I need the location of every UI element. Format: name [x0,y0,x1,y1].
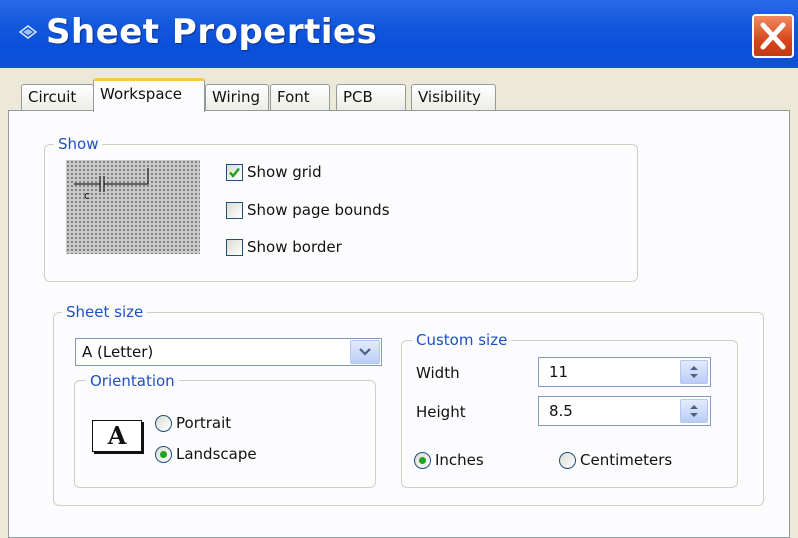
tab-label: Visibility [418,88,481,106]
chevron-down-icon [359,348,371,356]
window-title: Sheet Properties [46,12,378,52]
grid-preview: c [66,160,200,254]
tab-workspace[interactable]: Workspace [93,78,205,112]
app-icon [18,25,38,39]
close-icon [760,22,786,50]
tab-pcb[interactable]: PCB [336,84,406,111]
height-label: Height [416,403,466,421]
show-legend: Show [54,135,103,153]
sheet-size-select[interactable]: A (Letter) [75,338,382,366]
show-page-bounds-checkbox[interactable] [226,201,243,219]
tab-label: Wiring [212,88,261,106]
show-border-label: Show border [247,238,342,256]
portrait-radio-row[interactable]: Portrait [155,414,231,432]
height-spinner[interactable]: 8.5 [538,396,711,426]
show-grid-checkbox-row[interactable]: Show grid [226,163,322,181]
sheet-size-value: A (Letter) [82,343,154,361]
width-spinner[interactable]: 11 [538,357,711,387]
landscape-page-icon: A [92,420,142,452]
landscape-radio[interactable] [155,445,172,463]
svg-text:c: c [84,189,90,202]
tab-label: Circuit [28,88,77,106]
custom-size-legend: Custom size [412,331,512,349]
inches-radio[interactable] [414,451,431,469]
title-bar[interactable]: Sheet Properties [0,0,798,68]
width-spin-buttons[interactable] [680,360,708,384]
checkmark-icon [229,167,240,178]
up-down-arrows-icon [690,366,698,378]
show-page-bounds-label: Show page bounds [247,201,390,219]
height-value: 8.5 [549,402,573,420]
tab-wiring[interactable]: Wiring [205,84,269,111]
inches-label: Inches [435,451,484,469]
capacitor-symbol: c [74,168,149,202]
show-border-checkbox[interactable] [226,238,243,256]
tab-label: PCB [343,88,373,106]
tab-circuit[interactable]: Circuit [21,84,94,111]
portrait-label: Portrait [176,414,232,432]
landscape-label: Landscape [176,445,257,463]
centimeters-radio[interactable] [559,451,576,469]
orientation-legend: Orientation [86,372,179,390]
tab-label: Font [277,88,310,106]
dropdown-button[interactable] [350,340,380,364]
show-grid-label: Show grid [247,163,322,181]
width-label: Width [416,364,460,382]
sheet-size-legend: Sheet size [62,303,148,321]
portrait-radio[interactable] [155,414,172,432]
tab-label: Workspace [100,85,182,103]
up-down-arrows-icon [690,405,698,417]
close-button[interactable] [752,14,794,58]
centimeters-label: Centimeters [580,451,673,469]
show-border-checkbox-row[interactable]: Show border [226,238,342,256]
tab-visibility[interactable]: Visibility [411,84,496,111]
width-value: 11 [549,363,569,381]
tab-font[interactable]: Font [270,84,330,111]
inches-radio-row[interactable]: Inches [414,451,484,469]
show-page-bounds-checkbox-row[interactable]: Show page bounds [226,201,390,219]
centimeters-radio-row[interactable]: Centimeters [559,451,672,469]
landscape-radio-row[interactable]: Landscape [155,445,257,463]
show-grid-checkbox[interactable] [226,163,243,181]
height-spin-buttons[interactable] [680,399,708,423]
